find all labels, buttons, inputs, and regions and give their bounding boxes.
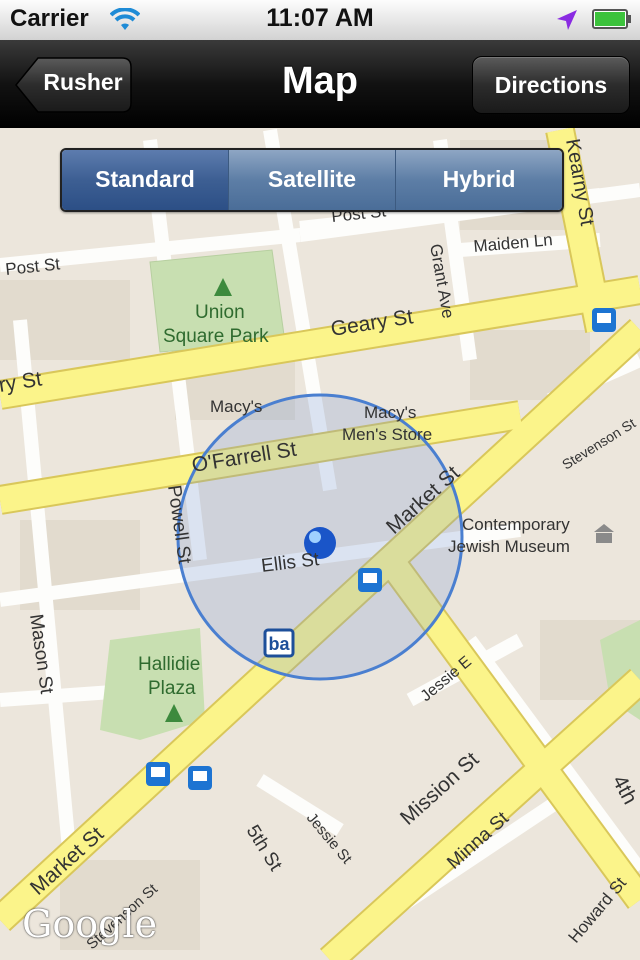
directions-button-label: Directions xyxy=(494,72,608,98)
transit-icon[interactable] xyxy=(188,766,212,790)
map-type-segmented-control[interactable]: Standard Satellite Hybrid xyxy=(60,148,564,212)
label-macys-mens-1: Macy's xyxy=(364,403,416,422)
transit-icon[interactable] xyxy=(592,308,616,332)
segment-standard[interactable]: Standard xyxy=(62,150,228,210)
label-hallidie-1: Hallidie xyxy=(138,654,200,675)
directions-button[interactable]: Directions xyxy=(472,56,630,114)
svg-text:ba: ba xyxy=(268,634,290,654)
battery-icon xyxy=(592,9,631,29)
label-union-square-2: Square Park xyxy=(163,326,269,347)
google-logo: Google xyxy=(22,902,158,946)
location-services-icon xyxy=(557,10,577,30)
transit-icon[interactable] xyxy=(146,762,170,786)
map-view[interactable]: ba Post St Post St Maiden Ln Grant Ave K… xyxy=(0,128,640,960)
status-bar: Carrier 11:07 AM xyxy=(0,0,640,41)
label-macys: Macy's xyxy=(210,397,262,416)
segment-hybrid[interactable]: Hybrid xyxy=(395,150,562,210)
bart-icon[interactable]: ba xyxy=(263,628,295,658)
label-cjm-1: Contemporary xyxy=(462,515,570,534)
clock: 11:07 AM xyxy=(266,4,374,32)
label-hallidie-2: Plaza xyxy=(148,678,196,699)
user-location-dot-highlight xyxy=(309,531,321,543)
label-macys-mens-2: Men's Store xyxy=(342,425,432,444)
navigation-bar: Rusher Map Directions xyxy=(0,40,640,129)
label-cjm-2: Jewish Museum xyxy=(448,537,570,556)
label-union-square-1: Union xyxy=(195,302,245,323)
transit-icon[interactable] xyxy=(358,568,382,592)
segment-satellite[interactable]: Satellite xyxy=(228,150,395,210)
